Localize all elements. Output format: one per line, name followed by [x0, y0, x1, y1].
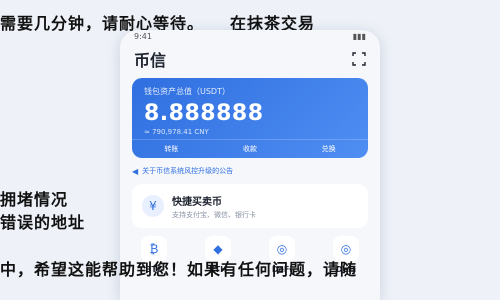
notice-text: 关于币信系统风控升级的公告: [142, 167, 234, 175]
app-title: 币信: [134, 51, 167, 70]
megaphone-icon: ◀: [132, 166, 139, 176]
scan-icon[interactable]: [352, 52, 366, 66]
background-text-bottom: 中，希望这能帮助到您！如果有任何问题，请随: [0, 260, 358, 279]
transfer-button[interactable]: 转账: [164, 144, 178, 154]
balance-label: 钱包资产总值（USDT）: [144, 87, 230, 96]
balance-card[interactable]: 钱包资产总值（USDT） 8.888888 ≈ 790,978.41 CNY 转…: [132, 78, 368, 158]
receive-button[interactable]: 收款: [243, 144, 257, 154]
balance-amount: 8.888888: [144, 101, 264, 126]
balance-fiat: ≈ 790,978.41 CNY: [144, 128, 209, 136]
status-icons: ▮▮▮: [352, 32, 366, 41]
background-text-mid2: 错误的地址: [0, 213, 86, 232]
status-bar: 9:41 ▮▮▮: [120, 30, 380, 46]
card-actions: 转账 收款 兑换: [132, 139, 368, 158]
app-header: 币信: [120, 46, 380, 72]
background-text-mid1: 拥堵情况: [0, 190, 69, 209]
status-time: 9:41: [134, 32, 152, 41]
swap-button[interactable]: 兑换: [322, 144, 336, 154]
notice-bar[interactable]: ◀ 关于币信系统风控升级的公告: [132, 164, 368, 178]
